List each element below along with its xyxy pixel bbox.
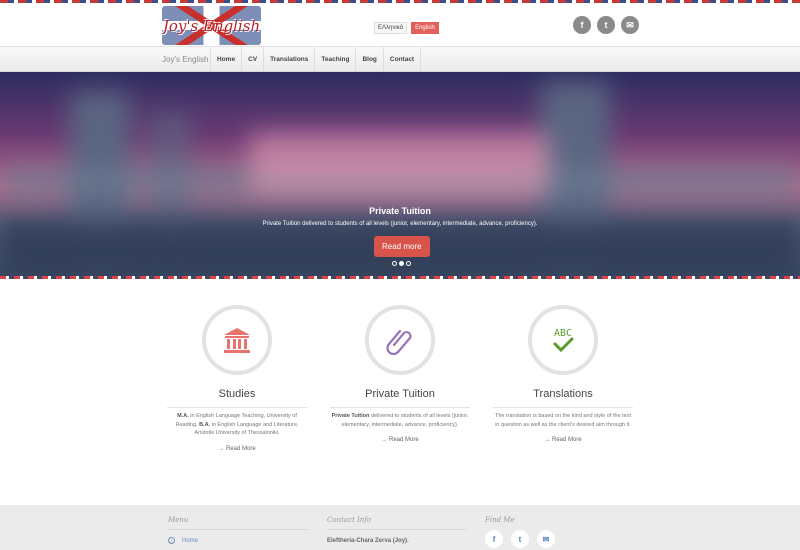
arrow-circle-icon: › — [168, 537, 175, 544]
nav-item-translations[interactable]: Translations — [263, 47, 314, 72]
feature-text: M.A. in English Language Teaching, Unive… — [175, 413, 299, 436]
footer: Menu › Home Contact Info Eleftheria-Char… — [0, 505, 800, 550]
language-switcher: ΕΛληνικά English — [374, 22, 439, 34]
footer-divider — [168, 529, 308, 530]
site-logo[interactable]: Joy's English — [162, 6, 261, 45]
slider-dot-3[interactable] — [406, 261, 411, 266]
feature-title: Private Tuition — [365, 388, 435, 400]
feature-icon-ring — [365, 305, 435, 375]
feature-divider — [493, 407, 633, 408]
feature-icon-ring — [202, 305, 272, 375]
nav-item-blog[interactable]: Blog — [355, 47, 382, 72]
feature-read-more-link[interactable]: → Read More — [330, 437, 470, 443]
hero-caption: Private Tuition Private Tuition delivere… — [0, 206, 800, 227]
slider-dot-2[interactable] — [399, 261, 404, 266]
feature-read-more-link[interactable]: → Read More — [167, 446, 307, 452]
footer-find-title: Find Me — [485, 516, 515, 524]
footer-social: f t ✉ — [485, 530, 555, 548]
main-nav: Joy's English Home CV Translations Teach… — [0, 46, 800, 72]
nav-item-teaching[interactable]: Teaching — [314, 47, 355, 72]
nav-menu: Home CV Translations Teaching Blog Conta… — [210, 47, 422, 72]
abc-label: ABC — [554, 328, 572, 339]
feature-translations: ABC Translations The translation is base… — [493, 305, 633, 443]
header-social: f t ✉ — [573, 16, 639, 34]
feature-text: Private Tuition delivered to students of… — [331, 413, 469, 428]
hero-title: Private Tuition — [369, 206, 431, 216]
feature-read-more-link[interactable]: → Read More — [493, 437, 633, 443]
logo-text: Joy's English — [162, 16, 261, 35]
footer-contact: Contact Info Eleftheria-Chara Zerva (Joy… — [327, 516, 467, 544]
feature-text: The translation is based on the kind and… — [494, 413, 632, 428]
email-icon[interactable]: ✉ — [621, 16, 639, 34]
footer-menu-item-home[interactable]: › Home — [168, 537, 308, 544]
slider-dots — [392, 261, 411, 266]
feature-title: Translations — [533, 388, 593, 400]
email-icon[interactable]: ✉ — [537, 530, 555, 548]
nav-item-cv[interactable]: CV — [241, 47, 263, 72]
feature-icon-ring: ABC — [528, 305, 598, 375]
read-more-button[interactable]: Read more — [374, 236, 430, 257]
paperclip-icon — [386, 329, 412, 355]
footer-contact-name: Eleftheria-Chara Zerva (Joy). — [327, 538, 409, 544]
twitter-icon[interactable]: t — [511, 530, 529, 548]
feature-private-tuition: Private Tuition Private Tuition delivere… — [330, 305, 470, 443]
language-greek[interactable]: ΕΛληνικά — [374, 22, 408, 34]
facebook-icon[interactable]: f — [485, 530, 503, 548]
footer-menu-title: Menu — [168, 516, 189, 524]
footer-menu-label: Home — [182, 537, 199, 544]
feature-divider — [330, 407, 470, 408]
footer-menu: Menu › Home — [168, 516, 308, 544]
twitter-icon[interactable]: t — [597, 16, 615, 34]
feature-title: Studies — [218, 388, 256, 400]
feature-divider — [167, 407, 307, 408]
nav-brand[interactable]: Joy's English — [162, 55, 208, 64]
building-icon — [224, 328, 250, 353]
footer-find-me: Find Me f t ✉ — [485, 516, 555, 548]
hero-subtitle: Private Tuition delivered to students of… — [262, 221, 538, 227]
slider-dot-1[interactable] — [392, 261, 397, 266]
footer-divider — [327, 529, 467, 530]
hero-button-wrap: Read more — [374, 236, 430, 257]
facebook-icon[interactable]: f — [573, 16, 591, 34]
abc-check-icon: ABC — [553, 328, 574, 353]
nav-item-home[interactable]: Home — [210, 47, 241, 72]
header: Joy's English ΕΛληνικά English f t ✉ — [0, 3, 800, 46]
features-section: Studies M.A. in English Language Teachin… — [0, 279, 800, 503]
language-english[interactable]: English — [411, 22, 439, 34]
nav-item-contact[interactable]: Contact — [382, 47, 422, 72]
feature-studies: Studies M.A. in English Language Teachin… — [167, 305, 307, 452]
footer-contact-title: Contact Info — [327, 516, 372, 524]
